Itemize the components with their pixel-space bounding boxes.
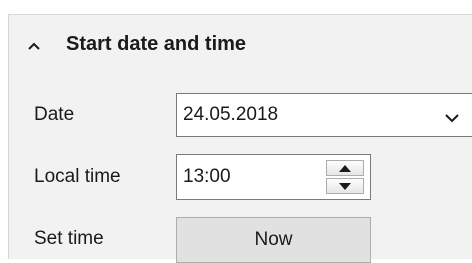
time-decrement-button[interactable] xyxy=(326,178,364,194)
local-time-input[interactable]: 13:00 xyxy=(176,154,371,200)
section-header[interactable]: Start date and time xyxy=(9,15,472,73)
chevron-up-icon[interactable] xyxy=(27,38,41,50)
date-value: 24.05.2018 xyxy=(183,104,279,125)
chevron-down-icon[interactable] xyxy=(445,110,459,123)
start-date-time-panel: Start date and time Date 24.05.2018 Loca… xyxy=(8,14,472,263)
time-increment-button[interactable] xyxy=(326,160,364,176)
now-button[interactable]: Now xyxy=(176,217,371,263)
section-title: Start date and time xyxy=(66,33,247,55)
date-combobox[interactable]: 24.05.2018 xyxy=(176,93,472,137)
triangle-down-icon xyxy=(339,182,351,190)
set-time-label: Set time xyxy=(34,228,104,249)
local-time-value: 13:00 xyxy=(183,166,231,187)
date-label: Date xyxy=(34,104,75,125)
time-spinner xyxy=(326,160,364,194)
triangle-up-icon xyxy=(339,164,351,172)
local-time-label: Local time xyxy=(34,166,121,187)
